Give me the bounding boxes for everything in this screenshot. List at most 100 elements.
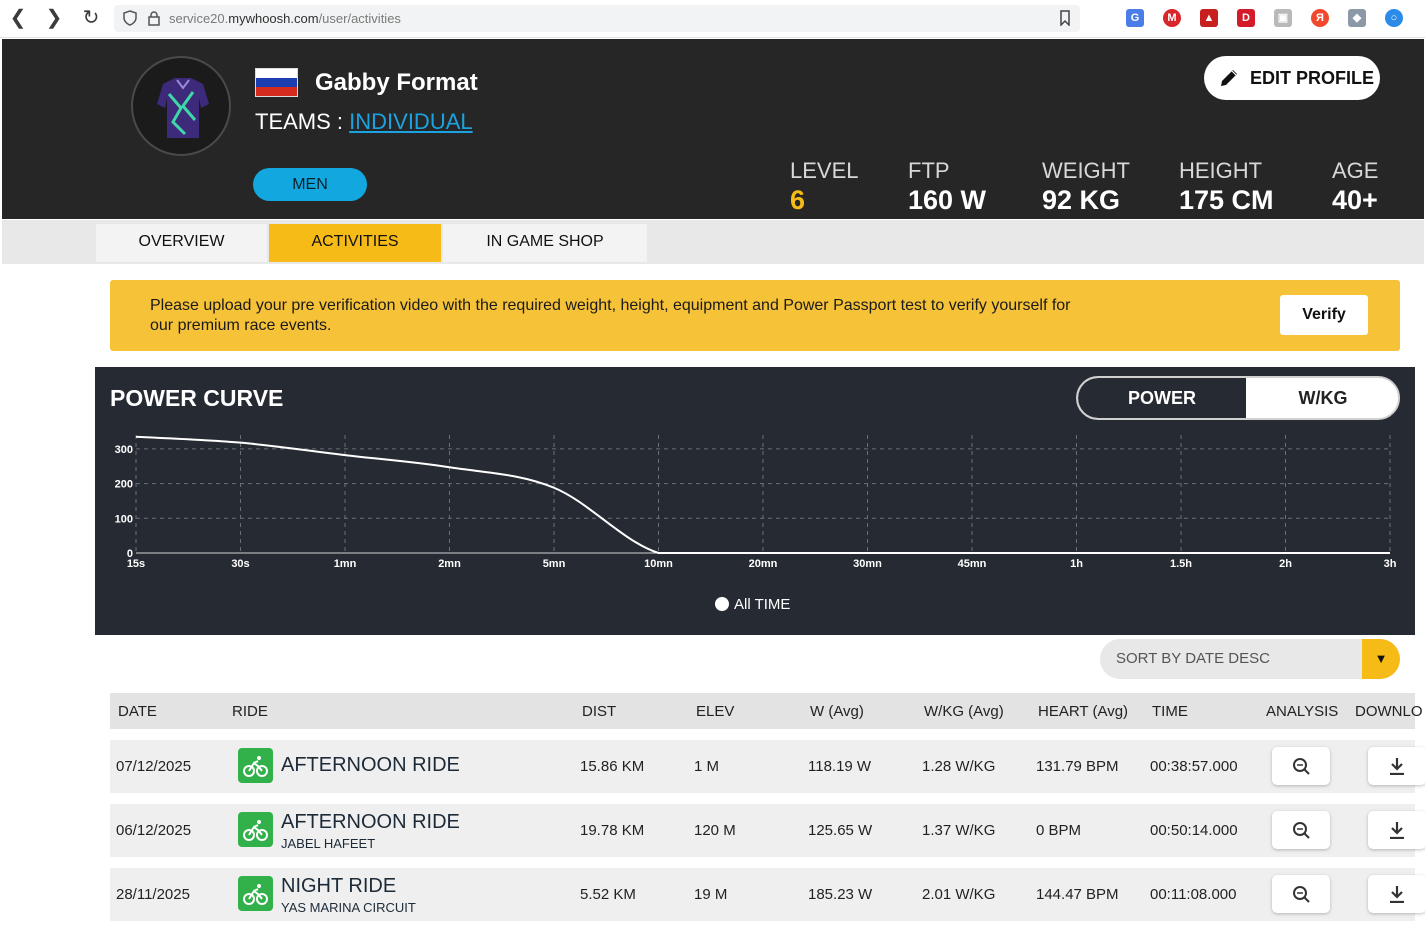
tab-in-game-shop[interactable]: IN GAME SHOP [443,224,647,262]
elevation-cell: 120 M [694,822,736,839]
stat-value: 92 KG [1042,185,1121,215]
x-tick-label: 45mn [958,558,987,570]
ride-name[interactable]: AFTERNOON RIDE [281,754,460,777]
d-extension-icon[interactable]: D [1237,9,1255,27]
magnifier-icon [1293,886,1310,903]
x-tick-label: 10mn [644,558,673,570]
column-header[interactable]: W (Avg) [810,703,864,720]
stat-level: LEVEL 6 [790,159,859,217]
date-cell: 06/12/2025 [116,822,192,839]
category-badge[interactable]: MEN [253,168,367,201]
chart-legend[interactable]: All TIME [715,596,790,613]
team-link[interactable]: INDIVIDUAL [349,109,472,134]
column-header[interactable]: DIST [582,703,616,720]
magnifier-icon [1293,758,1310,775]
sort-select[interactable]: SORT BY DATE DESC ▼ [1100,639,1400,679]
stat-ftp: FTP 160 W [908,159,986,217]
column-header[interactable]: HEART (Avg) [1038,703,1128,720]
download-button[interactable] [1368,811,1425,849]
table-row[interactable]: 06/12/2025 AFTERNOON RIDE JABEL HAFEET 1… [110,804,1425,857]
forward-icon[interactable]: ❯ [42,7,66,31]
analysis-button[interactable] [1272,875,1330,913]
heart-cell: 131.79 BPM [1036,758,1119,775]
download-icon [1390,886,1404,903]
x-tick-label: 5mn [543,558,566,570]
activities-table-header: DATE RIDE DIST ELEV W (Avg) W/KG (Avg) H… [110,693,1423,729]
y-tick-label: 300 [115,444,133,456]
watts-cell: 118.19 W [808,758,872,775]
verify-button[interactable]: Verify [1280,295,1368,335]
teams-line: TEAMS : INDIVIDUAL [255,109,473,135]
x-tick-label: 20mn [749,558,778,570]
bookmark-icon[interactable] [1058,10,1072,26]
edit-profile-button[interactable]: EDIT PROFILE [1204,56,1380,100]
time-cell: 00:11:08.000 [1150,886,1237,903]
circle-extension-icon[interactable]: ○ [1385,9,1403,27]
column-header[interactable]: DATE [118,703,157,720]
route-name: JABEL HAFEET [281,836,376,851]
distance-cell: 15.86 KM [580,758,645,775]
date-cell: 07/12/2025 [116,758,192,775]
translate-extension-icon[interactable]: G [1126,9,1144,27]
back-icon[interactable]: ❮ [6,7,30,31]
stat-height: HEIGHT 175 CM [1179,159,1274,217]
bike-icon [238,748,273,783]
address-bar[interactable]: service20.mywhoosh.com/user/activities [114,5,1080,32]
download-icon [1390,758,1404,775]
russia-flag-icon [255,68,298,97]
legend-label: All TIME [734,596,791,613]
column-header[interactable]: TIME [1152,703,1188,720]
stat-age: AGE 40+ [1332,159,1378,217]
x-tick-label: 1h [1070,558,1083,570]
verification-banner: Please upload your pre verification vide… [110,280,1400,351]
column-header[interactable]: RIDE [232,703,268,720]
legend-dot-icon [715,597,729,611]
ride-name[interactable]: AFTERNOON RIDE [281,811,460,834]
analysis-button[interactable] [1272,811,1330,849]
download-button[interactable] [1368,747,1425,785]
chevron-down-icon[interactable]: ▼ [1362,639,1400,679]
stat-label: AGE [1332,158,1379,183]
browser-toolbar: ❮ ❯ ↻ service20.mywhoosh.com/user/activi… [0,0,1425,38]
heart-cell: 144.47 BPM [1036,886,1119,903]
pdf-extension-icon[interactable]: ▲ [1200,9,1218,27]
sort-label: SORT BY DATE DESC [1116,650,1270,667]
analysis-button[interactable] [1272,747,1330,785]
table-row[interactable]: 28/11/2025 NIGHT RIDE YAS MARINA CIRCUIT… [110,868,1425,921]
tab-activities[interactable]: ACTIVITIES [269,224,441,262]
stat-label: HEIGHT [1179,158,1263,183]
screenshot-extension-icon[interactable]: ▣ [1274,9,1292,27]
x-tick-label: 3h [1384,558,1397,570]
avatar [131,56,231,156]
x-tick-label: 2mn [438,558,461,570]
toggle-power[interactable]: POWER [1078,378,1246,418]
download-button[interactable] [1368,875,1425,913]
profile-header: Gabby Format TEAMS : INDIVIDUAL MEN EDIT… [2,39,1424,219]
power-curve-panel: POWER CURVE POWER W/KG 0 100 200 300 15s 30s 1… [95,367,1415,635]
x-tick-label: 30s [231,558,249,570]
stat-value: 6 [790,185,806,215]
stat-label: LEVEL [790,158,859,183]
y-tick-label: 100 [115,513,133,525]
shield-icon [123,10,137,26]
mail-extension-icon[interactable]: M [1163,9,1181,27]
toggle-wkg[interactable]: W/KG [1246,378,1398,418]
power-curve-title: POWER CURVE [110,385,284,411]
table-row[interactable]: 07/12/2025 AFTERNOON RIDE 15.86 KM 1 M 1… [110,740,1425,793]
reload-icon[interactable]: ↻ [79,7,103,31]
x-tick-label: 15s [127,558,145,570]
yandex-extension-icon[interactable]: Я [1311,9,1329,27]
tab-overview[interactable]: OVERVIEW [96,224,267,262]
magnifier-icon [1293,822,1310,839]
shield-extension-icon[interactable]: ◆ [1348,9,1366,27]
column-header[interactable]: W/KG (Avg) [924,703,1004,720]
ride-name[interactable]: NIGHT RIDE [281,875,396,898]
bike-icon [238,876,273,911]
column-header[interactable]: ELEV [696,703,734,720]
heart-cell: 0 BPM [1036,822,1082,839]
distance-cell: 19.78 KM [580,822,645,839]
stat-value: 40+ [1332,185,1378,215]
stat-value: 160 W [908,185,987,215]
time-cell: 00:38:57.000 [1150,758,1238,775]
lock-icon [148,11,160,26]
